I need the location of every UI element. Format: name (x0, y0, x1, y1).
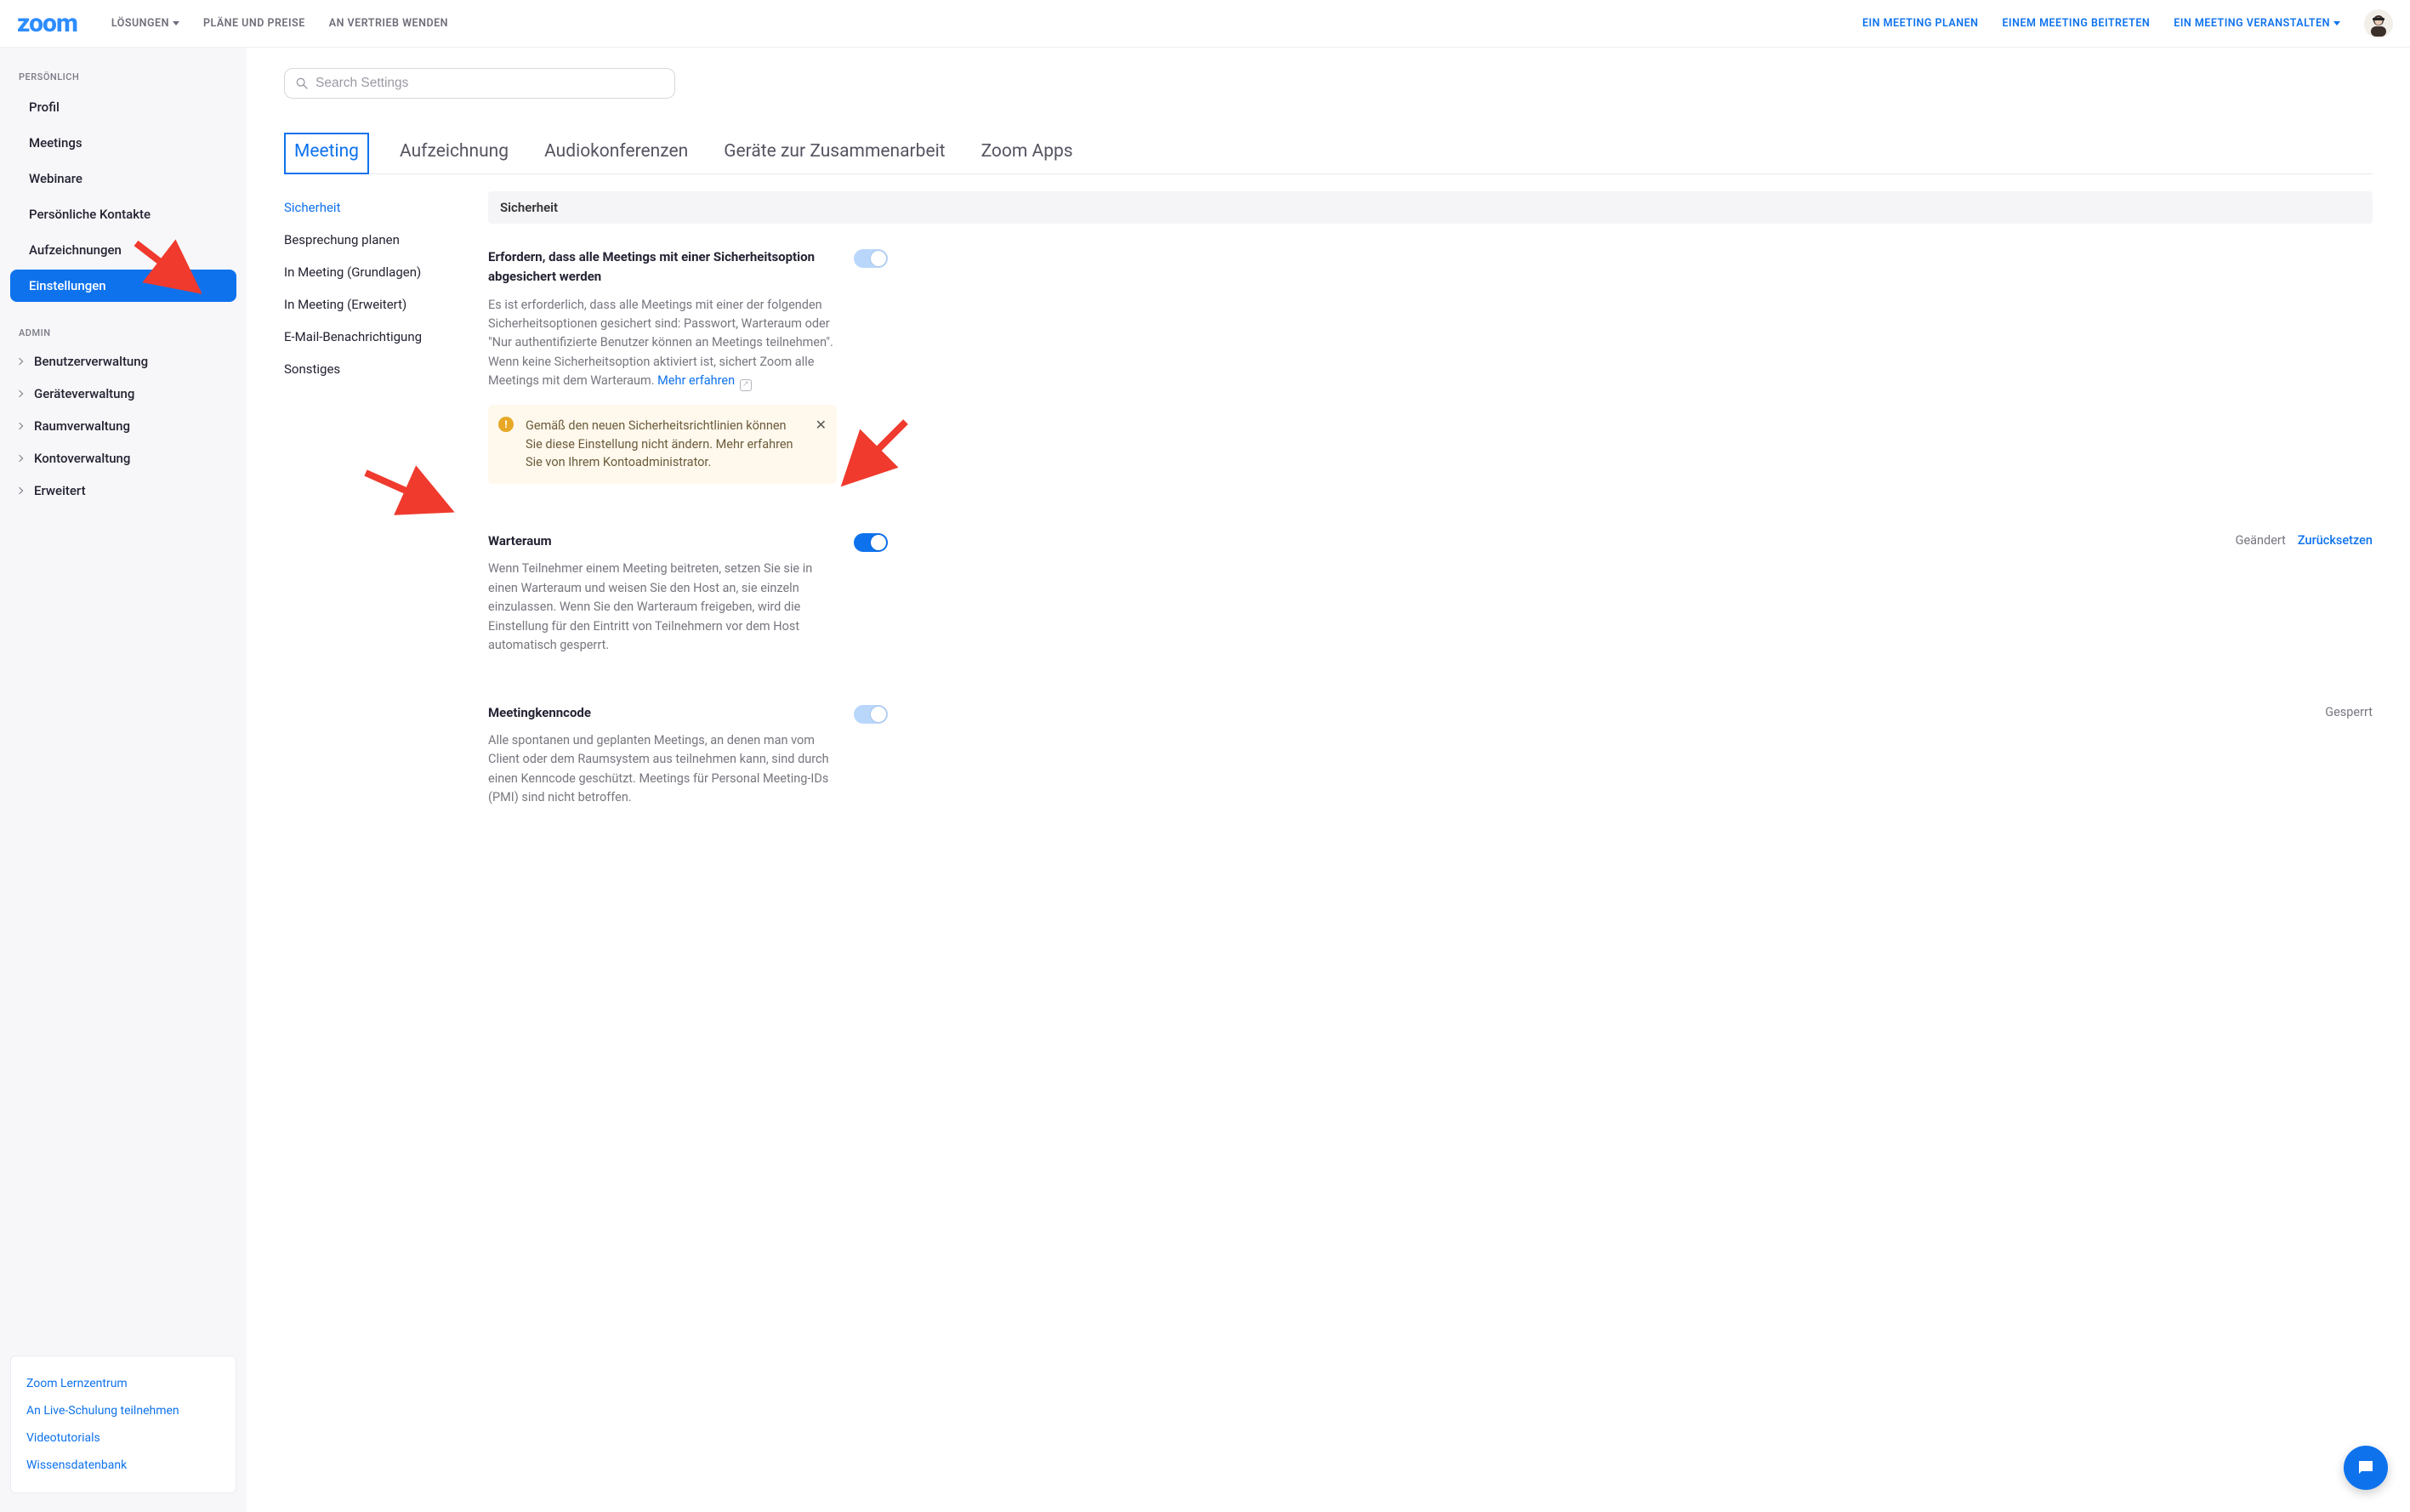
chevron-right-icon (16, 423, 23, 429)
sidebar-item-meetings[interactable]: Meetings (10, 127, 236, 159)
setting-title: Warteraum (488, 531, 837, 551)
sidebar-item-einstellungen[interactable]: Einstellungen (10, 270, 236, 302)
chevron-right-icon (16, 455, 23, 462)
footer-link-live-schulung[interactable]: An Live-Schulung teilnehmen (26, 1397, 220, 1424)
section-header-sicherheit: Sicherheit (488, 191, 2373, 224)
top-nav: zoom LÖSUNGEN PLÄNE UND PREISE AN VERTRI… (0, 0, 2410, 48)
avatar[interactable] (2364, 9, 2393, 38)
zoom-logo[interactable]: zoom (17, 9, 77, 38)
nav-label: EINEM MEETING BEITRETEN (2002, 17, 2150, 30)
subnav-sonstiges[interactable]: Sonstiges (284, 353, 463, 385)
nav-pricing[interactable]: PLÄNE UND PREISE (203, 17, 305, 30)
nav-schedule-meeting[interactable]: EIN MEETING PLANEN (1862, 17, 1978, 30)
topnav-left: LÖSUNGEN PLÄNE UND PREISE AN VERTRIEB WE… (111, 17, 448, 30)
chevron-right-icon (16, 487, 23, 494)
sidebar-admin-erweitert[interactable]: Erweitert (10, 475, 236, 507)
banner-text: Gemäß den neuen Sicherheitsrichtlinien k… (526, 418, 793, 470)
sidebar-admin-label: Kontoverwaltung (34, 451, 130, 466)
sidebar-item-kontakte[interactable]: Persönliche Kontakte (10, 198, 236, 230)
nav-label: LÖSUNGEN (111, 17, 169, 30)
tab-audiokonferenzen[interactable]: Audiokonferenzen (539, 133, 693, 173)
security-info-banner: ! Gemäß den neuen Sicherheitsrichtlinien… (488, 405, 837, 484)
settings-subnav: Sicherheit Besprechung planen In Meeting… (284, 191, 463, 832)
chevron-down-icon (2333, 21, 2340, 26)
tab-zoom-apps[interactable]: Zoom Apps (976, 133, 1078, 173)
external-link-icon: ↗ (740, 379, 752, 391)
subnav-in-meeadvice-grundlagen[interactable]: In Meeting (Grundlagen) (284, 256, 463, 288)
sidebar-admin-label: Raumverwaltung (34, 418, 130, 434)
footer-link-lernzentrum[interactable]: Zoom Lernzentrum (26, 1370, 220, 1397)
chevron-right-icon (16, 390, 23, 397)
search-icon (295, 77, 309, 90)
subnav-sicherheit[interactable]: Sicherheit (284, 191, 463, 224)
sidebar-section-personal: PERSÖNLICH (19, 71, 228, 82)
chevron-down-icon (173, 21, 179, 26)
sidebar-section-admin: ADMIN (19, 327, 228, 338)
sidebar: PERSÖNLICH Profil Meetings Webinare Pers… (0, 48, 247, 1512)
sidebar-admin-label: Geräteverwaltung (34, 386, 134, 401)
chevron-right-icon (16, 358, 23, 365)
nav-label: EIN MEETING PLANEN (1862, 17, 1978, 30)
settings-tabs: Meeting Aufzeichnung Audiokonferenzen Ge… (284, 133, 2373, 174)
status-modified: Geändert (2236, 533, 2286, 548)
avatar-icon (2364, 9, 2393, 38)
search-input[interactable] (315, 76, 664, 91)
setting-desc: Es ist erforderlich, dass alle Meetings … (488, 296, 837, 391)
topnav-right: EIN MEETING PLANEN EINEM MEETING BEITRET… (1862, 9, 2393, 38)
subnav-besprechung-planen[interactable]: Besprechung planen (284, 224, 463, 256)
setting-desc: Wenn Teilnehmer einem Meeting beitreten,… (488, 560, 837, 655)
main-content: Meeting Aufzeichnung Audiokonferenzen Ge… (247, 48, 2410, 1512)
reset-link[interactable]: Zurücksetzen (2298, 533, 2373, 548)
toggle-secure-meetings[interactable] (854, 249, 888, 268)
nav-host-meeting[interactable]: EIN MEETING VERANSTALTEN (2174, 17, 2340, 30)
sidebar-admin-konto[interactable]: Kontoverwaltung (10, 442, 236, 475)
setting-row-meetingkenncode: Meetingkenncode Alle spontanen und gepla… (488, 679, 2373, 832)
toggle-meetingkenncode[interactable] (854, 705, 888, 724)
sidebar-admin-label: Benutzerverwaltung (34, 354, 148, 369)
nav-label: EIN MEETING VERANSTALTEN (2174, 17, 2330, 30)
setting-title: Erfordern, dass alle Meetings mit einer … (488, 247, 837, 287)
sidebar-admin-benutzer[interactable]: Benutzerverwaltung (10, 345, 236, 378)
sidebar-admin-raum[interactable]: Raumverwaltung (10, 410, 236, 442)
toggle-warteraum[interactable] (854, 533, 888, 552)
close-icon[interactable]: ✕ (816, 415, 827, 435)
setting-row-secure-meetings: Erfordern, dass alle Meetings mit einer … (488, 224, 2373, 508)
nav-solutions[interactable]: LÖSUNGEN (111, 17, 179, 30)
sidebar-admin-geraete[interactable]: Geräteverwaltung (10, 378, 236, 410)
settings-panel: Sicherheit Erfordern, dass alle Meetings… (488, 191, 2373, 832)
setting-title: Meetingkenncode (488, 703, 837, 723)
setting-row-warteraum: Warteraum Wenn Teilnehmer einem Meeting … (488, 508, 2373, 679)
warning-icon: ! (498, 417, 514, 432)
nav-contact-sales[interactable]: AN VERTRIEB WENDEN (329, 17, 448, 30)
footer-link-wissensdatenbank[interactable]: Wissensdatenbank (26, 1452, 220, 1479)
status-locked: Gesperrt (2325, 705, 2373, 719)
tab-meeting[interactable]: Meeting (284, 133, 369, 174)
sidebar-item-aufzeichnungen[interactable]: Aufzeichnungen (10, 234, 236, 266)
subnav-in-meeting-erweitert[interactable]: In Meeting (Erweitert) (284, 288, 463, 321)
nav-join-meeting[interactable]: EINEM MEETING BEITRETEN (2002, 17, 2150, 30)
chat-icon (2356, 1458, 2376, 1478)
tab-geraete[interactable]: Geräte zur Zusammenarbeit (719, 133, 950, 173)
subnav-email-benachrichtigung[interactable]: E-Mail-Benachrichtigung (284, 321, 463, 353)
nav-label: PLÄNE UND PREISE (203, 17, 305, 30)
tab-aufzeichnung[interactable]: Aufzeichnung (395, 133, 514, 173)
setting-desc: Alle spontanen und geplanten Meetings, a… (488, 731, 837, 808)
nav-label: AN VERTRIEB WENDEN (329, 17, 448, 30)
sidebar-item-profil[interactable]: Profil (10, 91, 236, 123)
search-settings[interactable] (284, 68, 675, 99)
sidebar-admin-label: Erweitert (34, 483, 86, 498)
chat-bubble-button[interactable] (2344, 1446, 2388, 1490)
learn-more-link[interactable]: Mehr erfahren (657, 373, 735, 388)
sidebar-item-webinare[interactable]: Webinare (10, 162, 236, 195)
sidebar-footer: Zoom Lernzentrum An Live-Schulung teilne… (10, 1356, 236, 1493)
footer-link-videotutorials[interactable]: Videotutorials (26, 1424, 220, 1452)
